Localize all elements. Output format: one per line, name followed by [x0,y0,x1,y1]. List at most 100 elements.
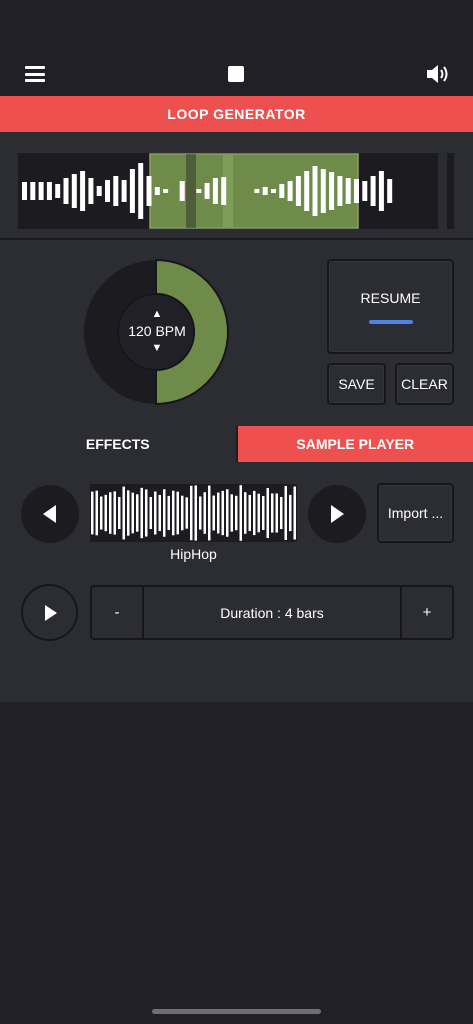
waveform-bar [337,176,343,206]
waveform-bar [196,189,202,193]
sample-waveform-bar [118,496,121,530]
waveform-bar [22,182,27,200]
duration-increase-button[interactable]: + [400,587,452,638]
import-button[interactable]: Import ... [377,483,454,543]
next-sample-button[interactable] [308,485,366,543]
waveform-bar [312,166,318,216]
sample-waveform-bar [185,497,188,529]
waveform-bar [80,171,86,211]
duration-label: Duration : 4 bars [220,604,324,621]
waveform-bar [30,182,36,200]
bpm-control: ▲ 120 BPM ▼ [118,292,196,370]
waveform-bar [320,169,326,213]
sample-waveform-bar [203,492,206,534]
page-title: LOOP GENERATOR [0,96,473,132]
sample-waveform-bar [190,485,193,541]
play-button[interactable] [21,584,78,641]
triangle-right-icon [331,505,344,523]
resume-indicator-bar [368,319,413,324]
sample-waveform-bar [104,494,107,532]
waveform-bar [370,176,376,206]
hamburger-menu-icon[interactable] [24,66,46,82]
sample-waveform-bar [221,490,224,536]
sample-waveform-bar [266,487,269,539]
sample-waveform-bar [271,493,274,533]
waveform-bar [254,189,260,193]
sample-waveform-bar [122,486,125,540]
sample-waveform-bar [212,495,215,531]
waveform-bar [63,178,69,204]
sample-waveform-bar [280,496,283,530]
waveform-bar [287,181,293,201]
sample-waveform-bar [194,485,197,541]
resume-button[interactable]: RESUME [327,259,454,354]
bpm-down-arrow-icon[interactable]: ▼ [152,341,163,355]
tab-bar: EFFECTS SAMPLE PLAYER [0,426,473,462]
previous-sample-button[interactable] [21,485,79,543]
stop-square-icon[interactable] [228,66,244,82]
sample-waveform-bar [181,495,184,531]
waveform-bar [38,182,44,200]
sample-waveform-bar [239,485,242,541]
waveform-bar [387,179,393,203]
sample-waveform-bar [208,485,211,541]
waveform-bar [295,176,301,206]
tab-sample-player[interactable]: SAMPLE PLAYER [237,426,473,462]
loop-waveform-graphic [22,153,393,229]
waveform-bar [113,176,119,206]
clear-button[interactable]: CLEAR [395,363,454,405]
sample-waveform-graphic [91,485,296,541]
top-toolbar [0,0,473,96]
duration-stepper: - Duration : 4 bars + [90,585,454,640]
waveform-scrollbar[interactable] [447,153,454,229]
waveform-bar [362,181,368,201]
sample-waveform-bar [257,493,260,533]
waveform-bar [204,183,210,199]
waveform-bar [55,184,61,198]
speaker-volume-icon[interactable] [425,62,451,86]
sample-waveform-bar [158,494,161,532]
triangle-left-icon [43,505,56,523]
play-icon [44,604,57,621]
waveform-bar [163,189,169,193]
section-divider [0,238,473,240]
sample-name: HipHop [170,546,217,562]
sample-waveform-bar [113,491,116,535]
bpm-up-arrow-icon[interactable]: ▲ [152,307,163,321]
waveform-bar [345,178,351,204]
sample-waveform-bar [284,485,287,541]
waveform-bar [304,171,310,211]
sample-waveform-bar [91,491,94,535]
waveform-bar [71,174,77,208]
waveform-bar [212,178,218,204]
waveform-bar [329,172,335,210]
sample-waveform-bar [226,489,229,537]
waveform-bar [279,184,285,198]
waveform-bar [378,171,384,211]
sample-waveform-bar [172,490,175,536]
waveform-bar [129,169,135,213]
sample-waveform [90,484,297,542]
sample-waveform-bar [289,494,292,532]
waveform-bar [154,187,160,195]
bpm-label: 120 BPM [128,323,186,339]
sample-waveform-bar [163,489,166,537]
sample-waveform-bar [154,491,157,535]
duration-decrease-button[interactable]: - [92,587,144,638]
sample-waveform-bar [244,492,247,534]
sample-waveform-bar [145,489,148,537]
waveform-bar [105,180,110,202]
home-indicator[interactable] [152,1009,321,1014]
waveform-bar [88,178,94,204]
waveform-bar [271,189,276,193]
tab-effects[interactable]: EFFECTS [0,426,236,462]
sample-waveform-bar [217,492,220,534]
sample-waveform-bar [199,496,202,530]
save-button[interactable]: SAVE [327,363,386,405]
loop-waveform[interactable] [18,153,438,229]
sample-waveform-bar [253,490,256,536]
app-root: LOOP GENERATOR ▲ 120 BPM ▼ RESUME SAVE C… [0,0,473,1024]
sample-waveform-bar [235,495,238,531]
waveform-bar [221,177,227,205]
sample-waveform-bar [176,491,179,535]
